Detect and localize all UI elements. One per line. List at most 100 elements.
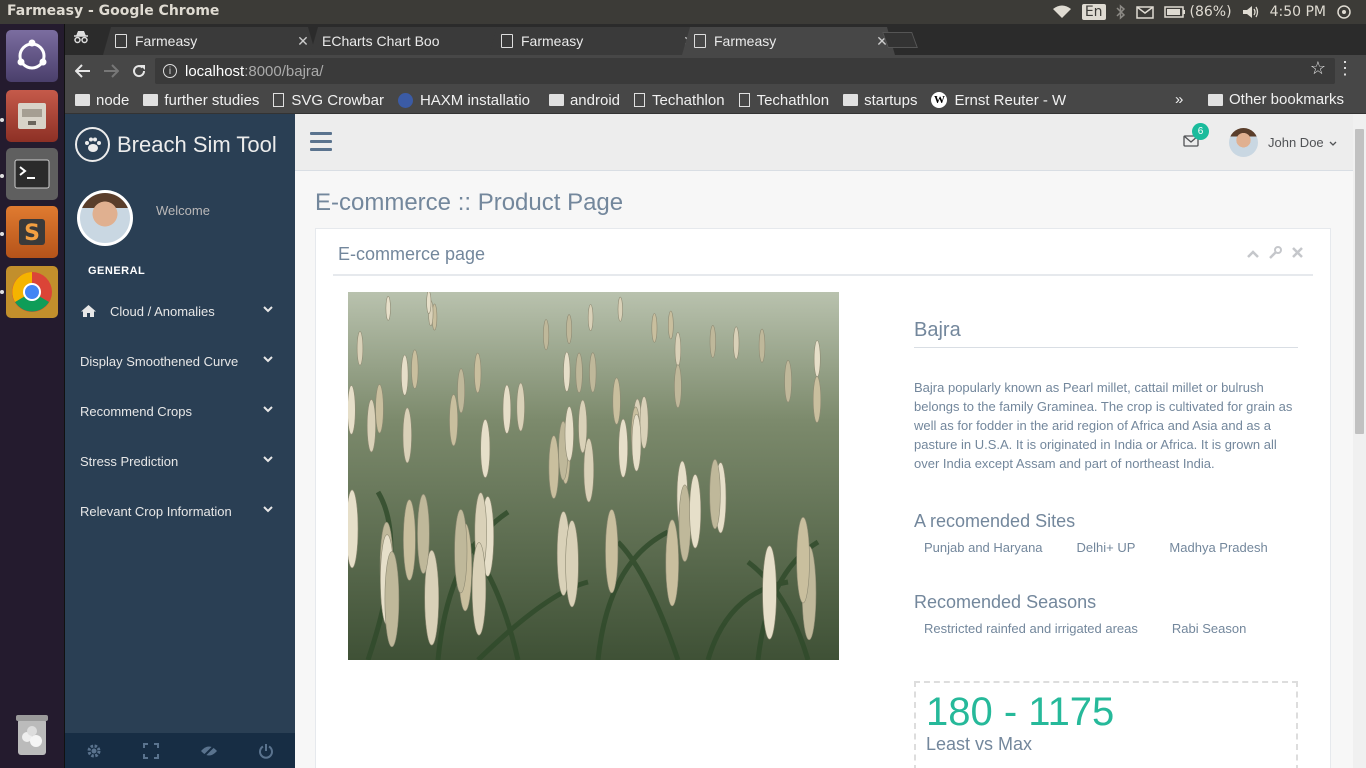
bookmark-startups[interactable]: startups	[843, 92, 917, 109]
sidebar-item-cloud-anomalies[interactable]: Cloud / Anomalies	[65, 286, 295, 336]
panel-header: E-commerce page	[333, 229, 1313, 276]
millet-spike	[689, 474, 702, 549]
volume-icon[interactable]	[1242, 5, 1260, 19]
other-bookmarks-folder[interactable]: Other bookmarks	[1208, 91, 1344, 108]
millet-spike	[564, 406, 574, 462]
mail-indicator-icon[interactable]	[1135, 5, 1154, 19]
millet-spike	[733, 326, 740, 360]
chevron-up-icon[interactable]	[1247, 246, 1259, 262]
millet-spike	[400, 354, 409, 396]
folder-icon	[843, 94, 859, 106]
millet-spike	[617, 296, 623, 322]
clock[interactable]: 4:50 PM	[1270, 4, 1326, 20]
chevron-down-icon	[263, 304, 273, 316]
wrench-icon[interactable]	[1269, 246, 1282, 262]
chrome-menu-icon[interactable]: ⋮	[1336, 58, 1354, 79]
millet-spike	[348, 489, 359, 569]
reload-button[interactable]	[125, 57, 153, 85]
bookmark-svg-crowbar[interactable]: SVG Crowbar	[273, 92, 384, 109]
bookmarks-bar: node further studies SVG Crowbar HAXM in…	[65, 87, 1366, 114]
more-bookmarks-button[interactable]: »	[1175, 91, 1183, 108]
new-tab-button[interactable]	[882, 32, 918, 48]
yield-range-box: 180 - 1175 Least vs Max	[914, 681, 1298, 768]
back-button[interactable]	[69, 57, 97, 85]
product-image	[348, 292, 839, 660]
keyboard-language-indicator[interactable]: En	[1081, 4, 1106, 20]
url-path: :8000/bajra/	[244, 62, 324, 80]
millet-spike	[566, 314, 572, 344]
bluetooth-icon[interactable]	[1116, 4, 1126, 20]
tab-farmeasy-active[interactable]: Farmeasy ✕	[682, 27, 895, 55]
bookmark-techathlon-1[interactable]: Techathlon	[634, 92, 725, 109]
sites-heading: A recomended Sites	[914, 511, 1076, 531]
sidebar-item-stress-prediction[interactable]: Stress Prediction	[65, 436, 295, 486]
trash-icon[interactable]	[6, 708, 58, 760]
panel-toolbox	[1247, 246, 1303, 262]
sites-list: Punjab and Haryana Delhi+ UP Madhya Prad…	[914, 540, 1298, 555]
running-indicator	[0, 232, 4, 236]
logout-power-icon[interactable]	[238, 733, 296, 768]
sidebar-item-label: Recommend Crops	[80, 403, 192, 419]
millet-spike	[618, 418, 629, 478]
user-menu[interactable]: John Doe	[1268, 135, 1337, 150]
fullscreen-icon[interactable]	[123, 733, 181, 768]
millet-spike	[516, 382, 525, 432]
chevron-down-icon	[263, 354, 273, 366]
bookmark-ernst-reuter[interactable]: W Ernst Reuter - W	[931, 92, 1066, 109]
close-icon[interactable]: ✕	[290, 33, 316, 50]
tab-title: ECharts Chart Boo	[322, 33, 440, 49]
millet-spike	[356, 331, 364, 366]
bookmark-techathlon-2[interactable]: Techathlon	[738, 92, 829, 109]
wikipedia-icon: W	[931, 92, 948, 108]
millet-spike	[502, 384, 512, 434]
power-menu-icon[interactable]	[1336, 4, 1352, 20]
sublime-text-icon[interactable]: S	[6, 206, 58, 258]
avatar[interactable]	[1229, 128, 1258, 157]
close-icon[interactable]	[1292, 246, 1303, 262]
millet-spike	[375, 384, 384, 434]
paw-icon	[75, 127, 110, 162]
wifi-icon[interactable]	[1052, 5, 1072, 19]
bookmark-haxm[interactable]: HAXM installatio	[397, 92, 535, 109]
bookmark-star-icon[interactable]: ☆	[1310, 58, 1326, 79]
millet-spike	[587, 304, 594, 332]
sidebar-item-label: Relevant Crop Information	[80, 503, 232, 519]
incognito-icon[interactable]	[73, 30, 91, 48]
tab-farmeasy-1[interactable]: Farmeasy ✕	[103, 27, 316, 55]
millet-spike	[665, 519, 679, 607]
millet-spike	[674, 364, 682, 408]
eye-slash-icon[interactable]	[180, 733, 238, 768]
battery-icon[interactable]: (86%)	[1163, 4, 1232, 20]
millet-spike	[612, 377, 621, 425]
avatar	[77, 190, 133, 246]
millet-spike	[651, 313, 658, 343]
ubuntu-dash-icon[interactable]	[6, 30, 58, 82]
page-scrollbar[interactable]	[1353, 114, 1366, 768]
browser-window: Farmeasy ✕ ECharts Chart Boo ✕ Farmeasy …	[65, 24, 1366, 768]
tab-farmeasy-2[interactable]: Farmeasy ✕	[489, 27, 702, 55]
millet-spike	[548, 435, 560, 499]
product-description: Bajra popularly known as Pearl millet, c…	[914, 380, 1293, 471]
files-app-icon[interactable]	[6, 90, 58, 142]
terminal-app-icon[interactable]	[6, 148, 58, 200]
sidebar-item-smoothened-curve[interactable]: Display Smoothened Curve	[65, 336, 295, 386]
address-bar[interactable]: i localhost:8000/bajra/	[155, 58, 1335, 84]
menu-toggle-icon[interactable]	[310, 132, 332, 156]
info-icon[interactable]: i	[163, 64, 177, 78]
forward-button[interactable]	[97, 57, 125, 85]
bookmark-further-studies[interactable]: further studies	[143, 92, 259, 109]
brand[interactable]: Breach Sim Tool	[75, 127, 277, 162]
product-name: Bajra	[914, 319, 1298, 348]
bookmark-android[interactable]: android	[548, 92, 620, 109]
page-icon	[273, 93, 285, 107]
settings-gear-icon[interactable]	[65, 733, 123, 768]
page-icon	[694, 34, 706, 48]
sidebar-item-recommend-crops[interactable]: Recommend Crops	[65, 386, 295, 436]
bookmark-node[interactable]: node	[75, 92, 129, 109]
chevron-down-icon	[263, 454, 273, 466]
battery-percent: (86%)	[1189, 4, 1232, 20]
chrome-app-icon[interactable]	[6, 266, 58, 318]
sidebar-item-crop-information[interactable]: Relevant Crop Information	[65, 486, 295, 536]
millet-spike	[813, 340, 821, 378]
scrollbar-thumb[interactable]	[1355, 129, 1364, 434]
